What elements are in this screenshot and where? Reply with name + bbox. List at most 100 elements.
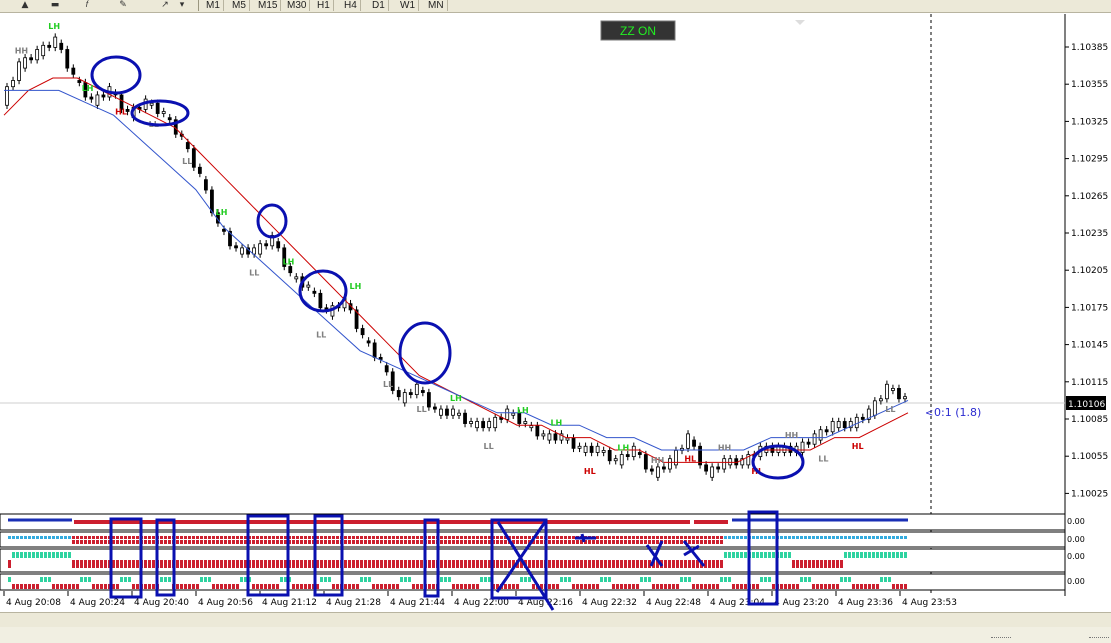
indicator-bar	[520, 584, 523, 589]
indicator-bar	[92, 552, 95, 558]
price-tick-label: 1.10205	[1071, 266, 1108, 276]
indicator-bar	[884, 536, 887, 539]
indicator-bar	[64, 584, 67, 589]
indicator-bar	[744, 540, 747, 544]
indicator-bar	[668, 577, 671, 582]
indicator-bar	[764, 560, 767, 568]
indicator-bar	[616, 540, 619, 544]
indicator-bar	[804, 552, 807, 558]
indicator-bar	[8, 540, 11, 544]
indicator-bar	[512, 577, 515, 582]
indicator-bar	[144, 584, 147, 589]
indicator-bar	[144, 540, 147, 544]
price-chart[interactable]: 1.10385 1.10355 1.10325 1.10295 1.10265 1.102…	[0, 0, 1111, 612]
indicator-bar	[684, 584, 687, 589]
candle-body	[836, 421, 841, 429]
indicator-bar	[364, 552, 367, 558]
time-tick-label: 4 Aug 20:24	[70, 598, 125, 608]
indicator-bar	[480, 584, 483, 589]
indicator-bar	[600, 560, 603, 568]
indicator-bar	[624, 540, 627, 544]
indicator-bar	[528, 584, 531, 589]
indicator-bar	[712, 577, 715, 582]
indicator-bar	[380, 552, 383, 558]
swing-label: HH	[651, 456, 664, 465]
indicator-bar	[788, 577, 791, 582]
indicator-bar	[40, 536, 43, 539]
indicator-bar	[44, 577, 47, 582]
indicator-bar	[320, 584, 323, 589]
indicator-bar	[44, 584, 47, 589]
indicator-bar	[192, 560, 195, 568]
indicator-bar	[900, 577, 903, 582]
indicator-bar	[844, 536, 847, 539]
candle-body	[372, 342, 377, 358]
indicator-bar	[372, 540, 375, 544]
indicator-bar	[572, 584, 575, 589]
indicator-bar	[200, 536, 203, 539]
indicator-bar	[880, 540, 883, 544]
indicator-bar	[760, 584, 763, 589]
indicator-bar	[360, 584, 363, 589]
indicator-bar	[556, 552, 559, 558]
indicator-bar	[392, 552, 395, 558]
swing-label: LH	[350, 282, 362, 291]
indicator-bar	[260, 552, 263, 558]
indicator-bar	[208, 536, 211, 539]
indicator-bar	[736, 552, 739, 558]
indicator-bar	[60, 552, 63, 558]
indicator-bar	[268, 584, 271, 589]
candle-body	[897, 388, 901, 400]
indicator-bar	[252, 552, 255, 558]
indicator-bar	[12, 536, 15, 539]
indicator-bar	[332, 577, 335, 582]
indicator-bar	[892, 560, 895, 568]
indicator-bar	[228, 560, 231, 568]
indicator-bar	[184, 577, 187, 582]
indicator-bar	[840, 560, 843, 568]
indicator-bar	[60, 584, 63, 589]
indicator-bar	[456, 536, 459, 539]
resize-grip-icon[interactable]	[991, 637, 1011, 641]
indicator-bar	[732, 540, 735, 544]
indicator-bar	[372, 536, 375, 539]
indicator-bar	[892, 552, 895, 558]
indicator-bar	[292, 540, 295, 544]
indicator-bar	[616, 536, 619, 539]
zz-badge[interactable]: ZZ ON	[620, 24, 656, 38]
indicator-bar	[608, 552, 611, 558]
indicator-bar	[844, 540, 847, 544]
indicator-bar	[384, 540, 387, 544]
indicator-bar	[860, 560, 863, 568]
indicator-bar	[728, 552, 731, 558]
indicator-bar	[484, 577, 487, 582]
indicator-bar	[320, 540, 323, 544]
indicator-bar	[592, 552, 595, 558]
indicator-bar	[732, 560, 735, 568]
resize-grip-icon[interactable]	[1089, 637, 1109, 641]
indicator-bar	[656, 577, 659, 582]
indicator-bar	[212, 536, 215, 539]
indicator-bar	[588, 577, 591, 582]
indicator-bar	[52, 540, 55, 544]
indicator-bar	[464, 584, 467, 589]
indicator-bar	[900, 560, 903, 568]
indicator-bar	[768, 540, 771, 544]
indicator-bar	[364, 584, 367, 589]
indicator-bar	[660, 577, 663, 582]
indicator-bar	[344, 552, 347, 558]
indicator-bar	[604, 540, 607, 544]
indicator-bar	[644, 536, 647, 539]
price-tick-label: 1.10355	[1071, 80, 1108, 90]
indicator-bar	[772, 552, 775, 558]
indicator-bar	[476, 552, 479, 558]
indicator-scale-label: 0.00	[1067, 517, 1085, 526]
indicator-bar	[900, 540, 903, 544]
indicator-bar	[852, 536, 855, 539]
indicator-bar	[468, 536, 471, 539]
indicator-bar	[700, 540, 703, 544]
indicator-bar	[904, 584, 907, 589]
indicator-bar	[600, 540, 603, 544]
indicator-bar	[592, 560, 595, 568]
indicator-bar	[360, 577, 363, 582]
